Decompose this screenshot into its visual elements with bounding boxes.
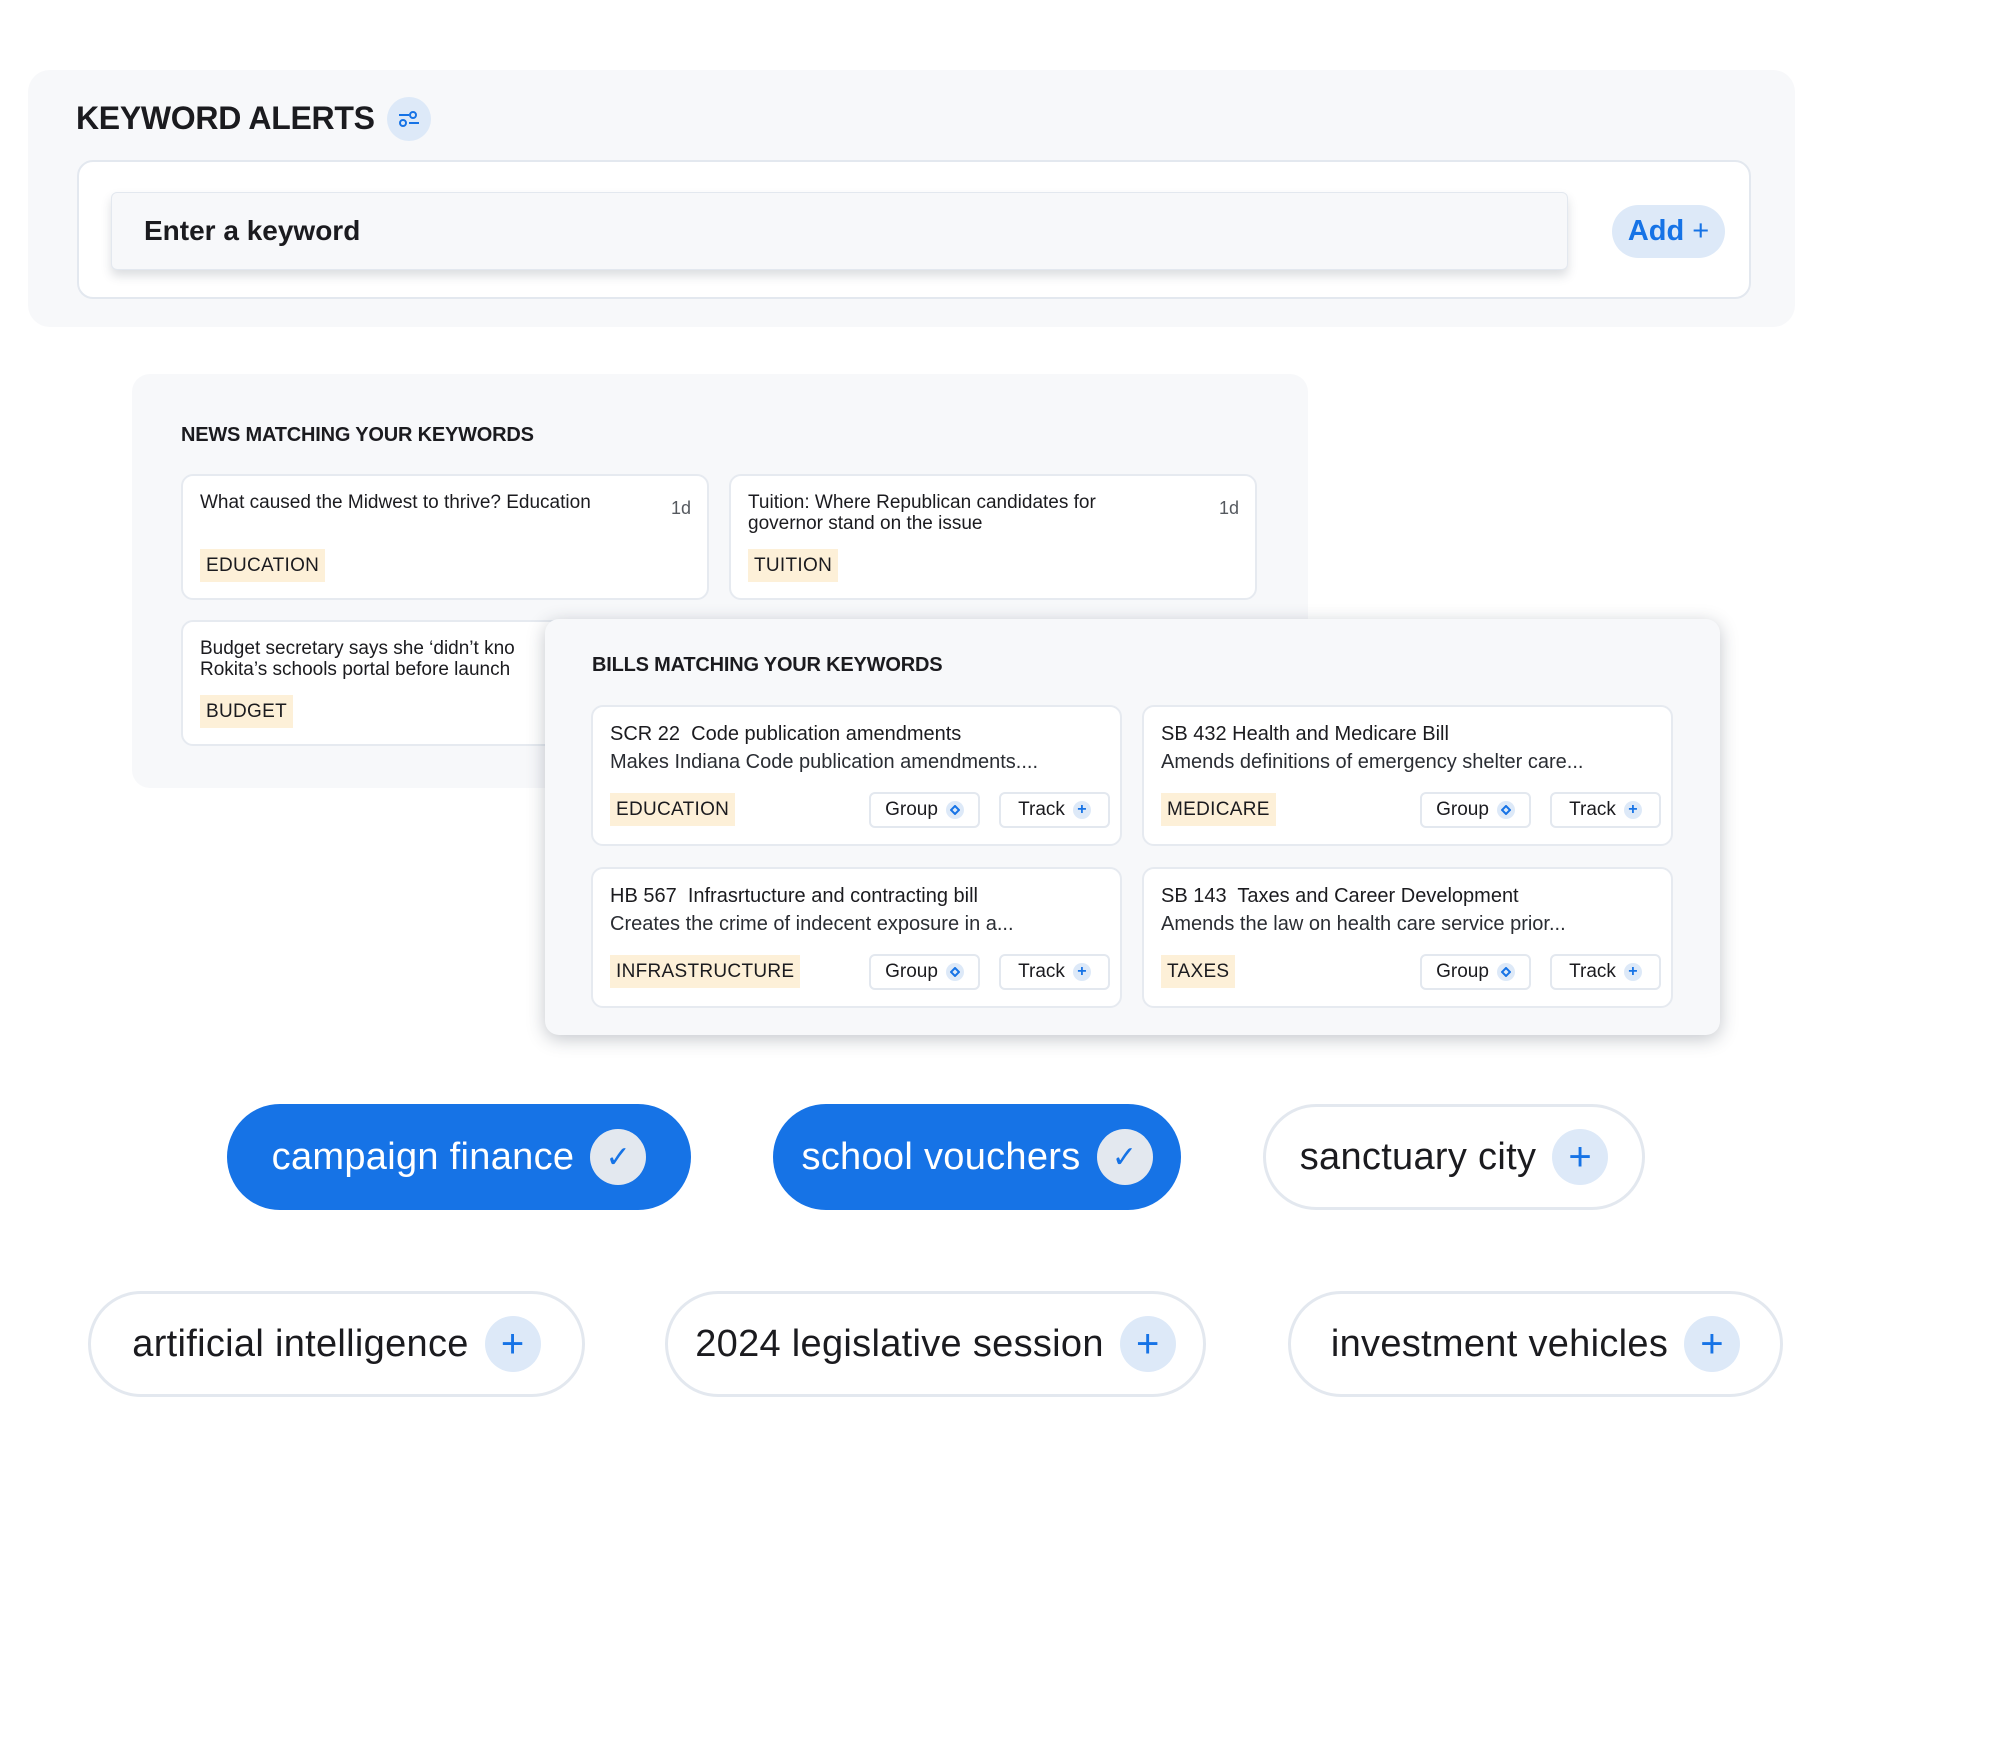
bill-title: SB 143 Taxes and Career Development xyxy=(1161,885,1519,907)
keyword-label: artificial intelligence xyxy=(132,1322,469,1365)
keyword-input[interactable] xyxy=(111,192,1568,270)
keyword-label: investment vehicles xyxy=(1330,1322,1669,1365)
check-icon: ✓ xyxy=(1096,1129,1153,1185)
news-tag: TUITION xyxy=(748,549,839,582)
keyword-alerts-panel: KEYWORD ALERTS Add + xyxy=(28,70,1795,327)
track-button[interactable]: Track + xyxy=(999,792,1110,828)
keyword-entry-box: Add + xyxy=(77,160,1751,299)
bill-description: Creates the crime of indecent exposure i… xyxy=(610,913,1014,935)
bill-tag: EDUCATION xyxy=(610,793,736,826)
group-button[interactable]: Group xyxy=(869,954,980,990)
plus-icon: + xyxy=(1623,801,1642,819)
keyword-pill[interactable]: artificial intelligence + xyxy=(88,1291,585,1397)
group-label: Group xyxy=(885,799,938,820)
check-icon: ✓ xyxy=(590,1129,647,1185)
group-label: Group xyxy=(885,961,938,982)
bill-description: Amends the law on health care service pr… xyxy=(1161,913,1566,935)
keyword-label: campaign finance xyxy=(271,1135,575,1178)
bill-card[interactable]: SB 143 Taxes and Career Development Amen… xyxy=(1142,867,1673,1008)
group-icon xyxy=(1496,963,1515,981)
add-label: Add xyxy=(1627,215,1685,247)
group-button[interactable]: Group xyxy=(869,792,980,828)
bill-tag: INFRASTRUCTURE xyxy=(610,955,801,988)
plus-icon: + xyxy=(484,1316,541,1372)
group-icon xyxy=(945,801,964,819)
bill-card[interactable]: SB 432 Health and Medicare Bill Amends d… xyxy=(1142,705,1673,846)
plus-icon: + xyxy=(1692,215,1710,247)
group-label: Group xyxy=(1436,799,1489,820)
keyword-pill[interactable]: sanctuary city + xyxy=(1263,1104,1645,1210)
filter-button[interactable] xyxy=(387,97,431,141)
bill-title: HB 567 Infrasrtucture and contracting bi… xyxy=(610,885,978,907)
group-label: Group xyxy=(1436,961,1489,982)
news-headline: What caused the Midwest to thrive? Educa… xyxy=(200,492,591,513)
plus-icon: + xyxy=(1623,963,1642,981)
bill-description: Makes Indiana Code publication amendment… xyxy=(610,751,1039,773)
bill-card[interactable]: SCR 22 Code publication amendments Makes… xyxy=(591,705,1122,846)
track-button[interactable]: Track + xyxy=(999,954,1110,990)
news-age: 1d xyxy=(1218,498,1239,518)
bill-tag: TAXES xyxy=(1161,955,1236,988)
bill-card[interactable]: HB 567 Infrasrtucture and contracting bi… xyxy=(591,867,1122,1008)
news-headline: Tuition: Where Republican candidates for… xyxy=(748,492,1096,534)
bills-section-title: BILLS MATCHING YOUR KEYWORDS xyxy=(592,654,943,676)
news-card[interactable]: Tuition: Where Republican candidates for… xyxy=(729,474,1257,600)
plus-icon: + xyxy=(1119,1316,1176,1372)
plus-icon: + xyxy=(1072,801,1091,819)
track-label: Track xyxy=(1018,961,1065,982)
group-icon xyxy=(945,963,964,981)
bill-tag: MEDICARE xyxy=(1161,793,1276,826)
bill-title: SB 432 Health and Medicare Bill xyxy=(1161,723,1449,745)
keyword-pill[interactable]: 2024 legislative session + xyxy=(665,1291,1206,1397)
track-label: Track xyxy=(1018,799,1065,820)
sliders-icon xyxy=(399,111,419,127)
news-tag: EDUCATION xyxy=(200,549,326,582)
news-section-title: NEWS MATCHING YOUR KEYWORDS xyxy=(181,424,534,446)
news-age: 1d xyxy=(670,498,691,518)
news-tag: BUDGET xyxy=(200,695,293,728)
keyword-pill[interactable]: investment vehicles + xyxy=(1288,1291,1783,1397)
plus-icon: + xyxy=(1072,963,1091,981)
plus-icon: + xyxy=(1684,1316,1741,1372)
keyword-pill[interactable]: school vouchers ✓ xyxy=(773,1104,1181,1210)
track-button[interactable]: Track + xyxy=(1550,792,1661,828)
bill-description: Amends definitions of emergency shelter … xyxy=(1161,751,1584,773)
group-button[interactable]: Group xyxy=(1420,954,1531,990)
keyword-label: school vouchers xyxy=(801,1135,1081,1178)
keyword-pill[interactable]: campaign finance ✓ xyxy=(227,1104,691,1210)
page-title: KEYWORD ALERTS xyxy=(76,100,375,136)
track-label: Track xyxy=(1569,961,1616,982)
bill-title: SCR 22 Code publication amendments xyxy=(610,723,962,745)
plus-icon: + xyxy=(1552,1129,1609,1185)
track-label: Track xyxy=(1569,799,1616,820)
news-card[interactable]: What caused the Midwest to thrive? Educa… xyxy=(181,474,709,600)
group-icon xyxy=(1496,801,1515,819)
keyword-label: 2024 legislative session xyxy=(695,1322,1104,1365)
keyword-label: sanctuary city xyxy=(1299,1135,1537,1178)
bills-panel: BILLS MATCHING YOUR KEYWORDS SCR 22 Code… xyxy=(545,619,1720,1035)
group-button[interactable]: Group xyxy=(1420,792,1531,828)
add-keyword-button[interactable]: Add + xyxy=(1612,205,1725,258)
track-button[interactable]: Track + xyxy=(1550,954,1661,990)
